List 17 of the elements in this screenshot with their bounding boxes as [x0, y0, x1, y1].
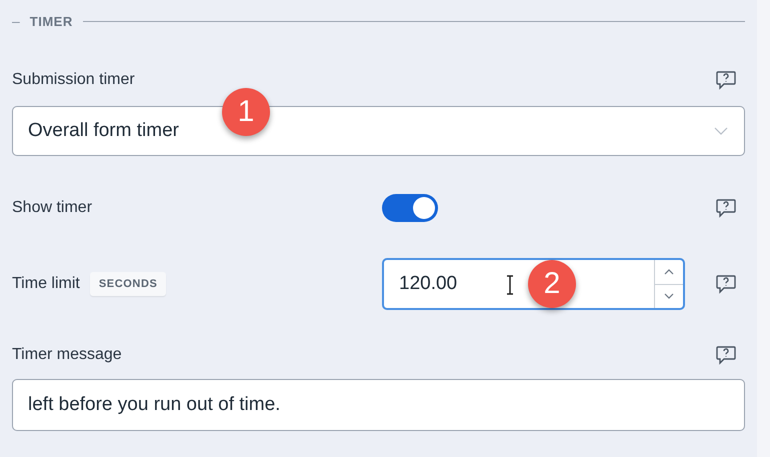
text-field[interactable]: left before you run out of time.	[12, 379, 745, 431]
help-icon[interactable]	[715, 198, 737, 218]
up-chevron-icon[interactable]	[664, 268, 674, 275]
field-label: Time limit	[12, 275, 80, 293]
field-label: Show timer	[12, 199, 92, 217]
callout-marker: 1	[222, 88, 270, 136]
help-icon[interactable]	[715, 274, 737, 294]
unit-tag: SECONDS	[90, 272, 166, 296]
field-label: Timer message	[12, 346, 122, 364]
help-icon[interactable]	[715, 70, 737, 90]
section-title: TIMER	[30, 14, 73, 28]
toggle-switch[interactable]	[382, 194, 438, 222]
down-chevron-icon[interactable]	[664, 293, 674, 300]
text-cursor-icon	[506, 275, 514, 295]
chevron-icon	[714, 127, 728, 135]
help-icon[interactable]	[715, 345, 737, 365]
field-label: Submission timer	[12, 71, 135, 89]
